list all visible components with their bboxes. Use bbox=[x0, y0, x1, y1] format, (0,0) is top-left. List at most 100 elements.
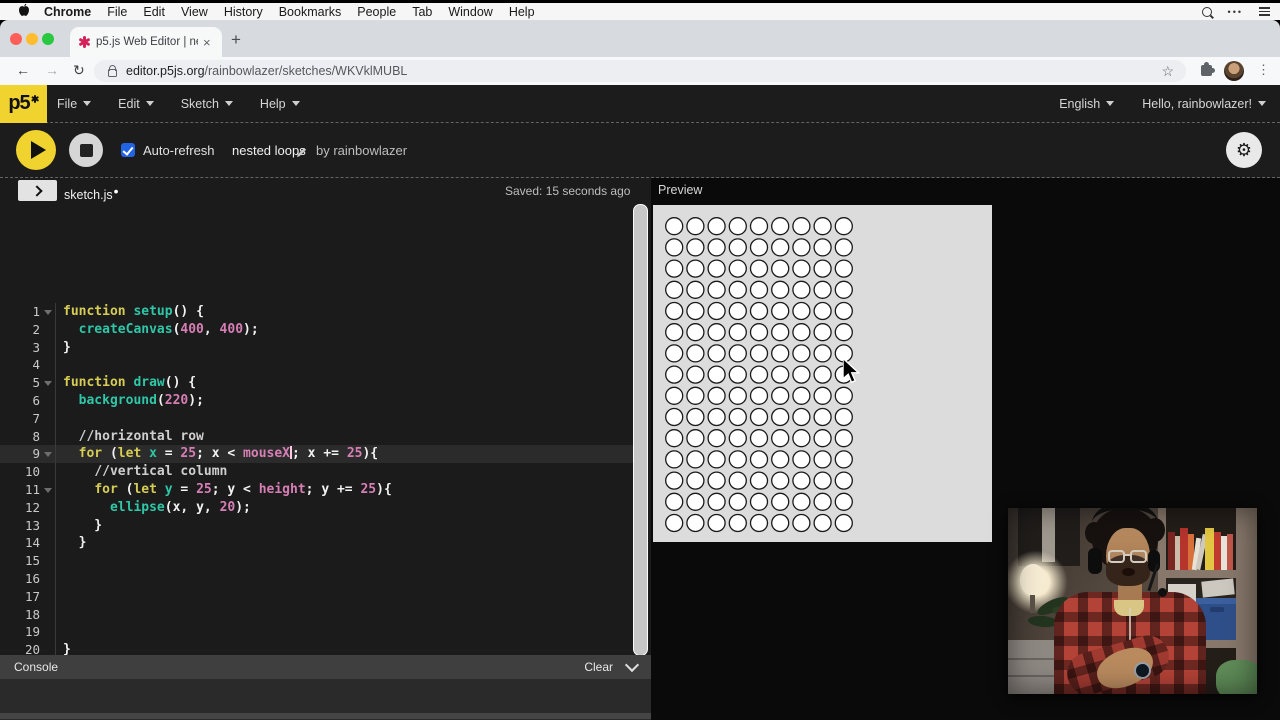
code-line[interactable]: 1 function setup() { bbox=[0, 303, 634, 321]
console-label: Console bbox=[14, 660, 59, 674]
saved-status: Saved: 15 seconds ago bbox=[505, 184, 631, 198]
profile-avatar[interactable] bbox=[1224, 61, 1244, 81]
reload-icon[interactable]: ↻ bbox=[73, 62, 85, 79]
code-line[interactable]: 5 function draw() { bbox=[0, 374, 634, 392]
play-button[interactable] bbox=[16, 130, 56, 170]
edit-sketch-name-icon[interactable] bbox=[296, 145, 307, 163]
chevron-down-icon bbox=[291, 101, 300, 106]
editor-scrollbar[interactable] bbox=[633, 204, 648, 656]
code-line[interactable]: 12 ellipse(x, y, 20); bbox=[0, 498, 634, 517]
circle-grid bbox=[665, 217, 853, 533]
code-line[interactable]: 14 } bbox=[0, 534, 634, 553]
menu-tab[interactable]: Tab bbox=[412, 5, 432, 19]
browser-tab[interactable]: p5.js Web Editor | nested loops × bbox=[70, 27, 222, 57]
gear-icon: ⚙ bbox=[1235, 139, 1253, 160]
menu-help[interactable]: Help bbox=[509, 5, 535, 19]
address-bar[interactable]: editor.p5js.org/rainbowlazer/sketches/WK… bbox=[94, 60, 1186, 82]
chevron-down-icon bbox=[145, 101, 154, 106]
chevron-down-icon bbox=[1258, 101, 1266, 106]
spotlight-search-icon[interactable] bbox=[1201, 6, 1212, 17]
code-line[interactable]: 17 bbox=[0, 587, 634, 606]
code-line[interactable]: 8 //horizontal row bbox=[0, 427, 634, 446]
notification-center-icon[interactable] bbox=[1259, 7, 1270, 16]
code-line[interactable]: 10 //vertical column bbox=[0, 463, 634, 481]
menu-chrome[interactable]: Chrome bbox=[44, 5, 91, 19]
sidebar-toggle-button[interactable] bbox=[18, 180, 57, 201]
p5-favicon bbox=[78, 36, 90, 48]
console-clear-button[interactable]: Clear bbox=[584, 660, 613, 674]
extensions-puzzle-icon[interactable] bbox=[1201, 62, 1215, 76]
menu-view[interactable]: View bbox=[181, 5, 208, 19]
p5-menu-help[interactable]: Help bbox=[260, 97, 300, 111]
code-line[interactable]: 19 bbox=[0, 623, 634, 642]
browser-menu-icon[interactable]: ⋮ bbox=[1257, 62, 1270, 78]
close-window-button[interactable] bbox=[10, 33, 22, 45]
new-tab-button[interactable]: + bbox=[231, 30, 241, 50]
p5-menu-file[interactable]: File bbox=[57, 97, 92, 111]
code-line[interactable]: 4 bbox=[0, 356, 634, 375]
macos-menu-bar: Chrome File Edit View History Bookmarks … bbox=[0, 3, 1280, 20]
preview-label: Preview bbox=[658, 183, 703, 197]
menu-people[interactable]: People bbox=[357, 5, 396, 19]
browser-tab-bar: p5.js Web Editor | nested loops × + bbox=[0, 20, 1280, 57]
code-line[interactable]: 13 } bbox=[0, 516, 634, 535]
webcam-vignette bbox=[1008, 508, 1257, 694]
code-line[interactable]: 16 bbox=[0, 569, 634, 588]
code-line[interactable]: 2 createCanvas(400, 400); bbox=[0, 320, 634, 339]
code-line[interactable]: 9 for (let x = 25; x < mouseX; x += 25){ bbox=[0, 445, 634, 464]
browser-window: p5.js Web Editor | nested loops × + ← → … bbox=[0, 20, 1280, 720]
account-menu[interactable]: Hello, rainbowlazer! bbox=[1142, 97, 1266, 111]
forward-icon[interactable]: → bbox=[45, 62, 59, 78]
sketch-byline: by rainbowlazer bbox=[316, 143, 408, 158]
language-selector[interactable]: English bbox=[1059, 97, 1115, 111]
p5-menu-edit[interactable]: Edit bbox=[118, 97, 154, 111]
p5-toolbar: Auto-refresh nested loops by rainbowlaze… bbox=[0, 123, 1280, 178]
console-collapse-icon[interactable] bbox=[624, 657, 640, 673]
chevron-right-icon bbox=[30, 184, 43, 197]
file-tab-sketchjs[interactable]: sketch.js• bbox=[64, 183, 119, 202]
menu-bookmarks[interactable]: Bookmarks bbox=[279, 5, 342, 19]
tab-title: p5.js Web Editor | nested loops bbox=[96, 36, 198, 48]
settings-button[interactable]: ⚙ bbox=[1226, 132, 1262, 168]
code-line[interactable]: 7 bbox=[0, 409, 634, 428]
code-line[interactable]: 11 for (let y = 25; y < height; y += 25)… bbox=[0, 480, 634, 499]
console-bar[interactable]: Console Clear bbox=[0, 655, 651, 679]
url-path: /rainbowlazer/sketches/WKVklMUBL bbox=[204, 64, 408, 78]
browser-toolbar: ← → ↻ editor.p5js.org/rainbowlazer/sketc… bbox=[0, 57, 1280, 85]
zoom-window-button[interactable] bbox=[42, 33, 54, 45]
url-domain: editor.p5js.org bbox=[126, 64, 205, 78]
p5-logo[interactable]: p5 bbox=[0, 84, 47, 123]
p5-logo-asterisk-icon bbox=[30, 94, 39, 103]
code-line[interactable]: 15 bbox=[0, 552, 634, 570]
control-center-icon[interactable]: ••• bbox=[1228, 7, 1243, 17]
auto-refresh-checkbox[interactable] bbox=[121, 143, 135, 157]
menu-edit[interactable]: Edit bbox=[143, 5, 165, 19]
mouse-cursor bbox=[842, 356, 861, 389]
menu-window[interactable]: Window bbox=[448, 5, 492, 19]
p5-logo-text: p5 bbox=[8, 92, 30, 114]
menu-file[interactable]: File bbox=[107, 5, 127, 19]
auto-refresh-label: Auto-refresh bbox=[143, 143, 215, 158]
tab-close-icon[interactable]: × bbox=[203, 35, 211, 50]
code-line[interactable]: 3} bbox=[0, 338, 634, 357]
unsaved-dot: • bbox=[113, 183, 119, 199]
minimize-window-button[interactable] bbox=[26, 33, 38, 45]
sketch-name: nested loops bbox=[232, 143, 306, 158]
code-line[interactable]: 6 background(220); bbox=[0, 391, 634, 410]
apple-menu-icon[interactable] bbox=[18, 3, 30, 20]
url-text: editor.p5js.org/rainbowlazer/sketches/WK… bbox=[126, 64, 1161, 78]
preview-canvas[interactable] bbox=[653, 205, 992, 542]
p5-editor-page: p5 File Edit Sketch Help English Hello, … bbox=[0, 84, 1280, 720]
editor-panel: sketch.js• 1 function setup() {2 createCa… bbox=[0, 178, 651, 720]
menu-history[interactable]: History bbox=[224, 5, 263, 19]
back-icon[interactable]: ← bbox=[16, 62, 30, 78]
stop-icon bbox=[79, 143, 93, 157]
stop-button[interactable] bbox=[69, 133, 103, 167]
code-line[interactable]: 18 bbox=[0, 605, 634, 624]
bookmark-star-icon[interactable]: ☆ bbox=[1161, 63, 1174, 80]
webcam-video bbox=[1008, 508, 1257, 694]
p5-header: p5 File Edit Sketch Help English Hello, … bbox=[0, 84, 1280, 123]
p5-menu-sketch[interactable]: Sketch bbox=[181, 97, 233, 111]
console-scrollbar[interactable] bbox=[0, 713, 651, 719]
play-icon bbox=[31, 141, 46, 159]
